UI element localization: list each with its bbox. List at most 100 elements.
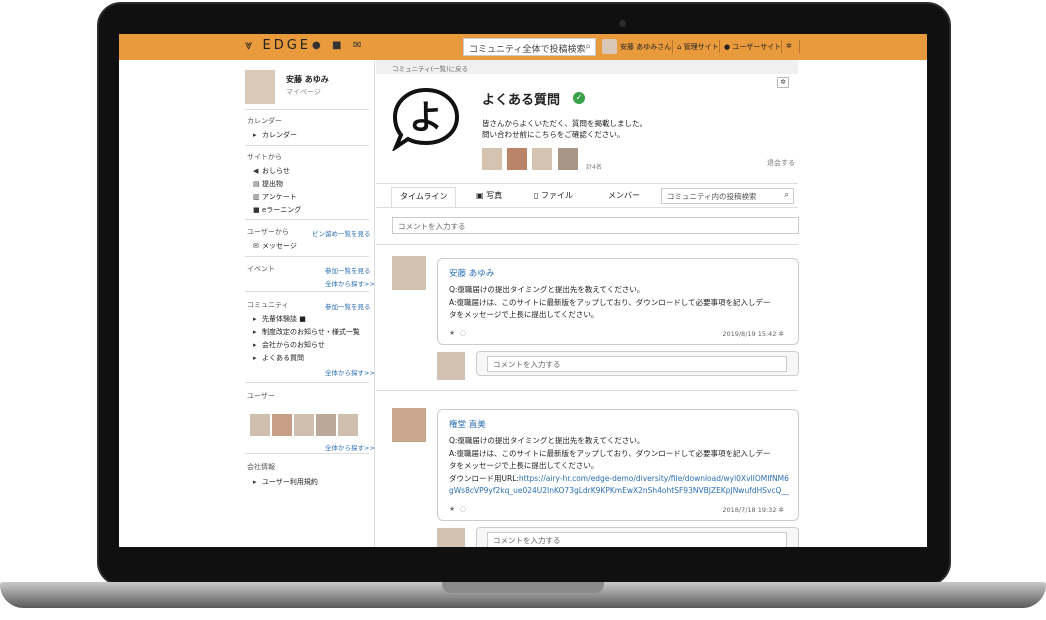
- caret-right-icon: ▸: [253, 341, 257, 349]
- home-icon: ⌂: [677, 43, 682, 51]
- community-search-input[interactable]: コミュニティ内の投稿検索 ⌕: [661, 188, 794, 204]
- community-heading: コミュニティ: [247, 301, 289, 309]
- comment-icon[interactable]: ◌: [460, 505, 466, 513]
- sidebar-item-company-news[interactable]: ▸ 会社からのお知らせ: [253, 340, 325, 350]
- reply-box: コメントを入力する: [476, 351, 799, 376]
- user-thumb[interactable]: [338, 414, 358, 436]
- settings-gear-icon[interactable]: ✲: [786, 42, 792, 50]
- post-body: Q:復職届けの提出タイミングと提出先を教えてください。 A:復職届けは、このサイ…: [449, 285, 771, 319]
- header-user-name[interactable]: 安藤 あゆみさん: [620, 42, 671, 52]
- check-icon: ✓: [573, 92, 585, 104]
- header-avatar[interactable]: [602, 39, 617, 54]
- mypage-link[interactable]: マイページ: [286, 87, 321, 97]
- sidebar-item-elearning[interactable]: ■ eラーニング: [253, 205, 301, 215]
- global-search-input[interactable]: コミュニティ全体で投稿検索 ⌕: [463, 38, 596, 56]
- events-search-link[interactable]: 全体から探す>>: [325, 278, 375, 288]
- tab-photos[interactable]: ▣ 写真: [476, 190, 502, 201]
- post-author[interactable]: 安藤 あゆみ: [449, 267, 494, 279]
- breadcrumb[interactable]: コミュニティ(一覧)に戻る: [376, 60, 798, 74]
- post-date: 2018/7/18 19:32 ✲: [722, 506, 784, 514]
- pinned-list-link[interactable]: ピン留め一覧を見る: [312, 228, 371, 238]
- logo-mark-icon: ⩔: [245, 38, 256, 53]
- tab-timeline[interactable]: タイムライン: [391, 187, 457, 207]
- post-avatar[interactable]: [392, 408, 426, 442]
- member-thumb[interactable]: [532, 148, 552, 170]
- chart-icon: ▥: [253, 193, 260, 201]
- post-author[interactable]: 権堂 直美: [449, 418, 486, 430]
- member-count: 計4名: [586, 164, 602, 171]
- caret-right-icon: ▸: [253, 315, 257, 323]
- member-thumb[interactable]: [558, 148, 578, 170]
- edge-logo[interactable]: ⩔ EDGE: [245, 38, 311, 53]
- screen: ⩔ EDGE ● ■ ✉ コミュニティ全体で投稿検索 ⌕ 安藤 あゆみさん ⌂ …: [119, 34, 927, 547]
- user-site-link[interactable]: ● ユーザーサイト: [724, 42, 781, 52]
- reply-avatar: [437, 352, 465, 380]
- caret-right-icon: ▸: [253, 131, 257, 139]
- member-thumb[interactable]: [482, 148, 502, 170]
- laptop-frame: ⩔ EDGE ● ■ ✉ コミュニティ全体で投稿検索 ⌕ 安藤 あゆみさん ⌂ …: [0, 0, 1046, 620]
- post-actions: ★ ◌: [449, 505, 466, 513]
- sidebar-item-calendar[interactable]: ▸ カレンダー: [253, 130, 297, 140]
- post-gear-icon[interactable]: ✲: [779, 506, 784, 514]
- star-icon[interactable]: ★: [449, 329, 455, 337]
- community-joined-link[interactable]: 参加一覧を見る: [325, 301, 371, 311]
- comment-icon[interactable]: ◌: [460, 329, 466, 337]
- new-comment-input[interactable]: コメントを入力する: [392, 217, 799, 234]
- post-gear-icon[interactable]: ✲: [779, 330, 784, 338]
- tab-files[interactable]: ▯ ファイル: [534, 190, 573, 201]
- profile-name[interactable]: 安藤 あゆみ: [286, 74, 329, 85]
- post-card: 安藤 あゆみ Q:復職届けの提出タイミングと提出先を教えてください。 A:復職届…: [437, 258, 799, 345]
- image-icon: ▣: [476, 191, 484, 200]
- calendar-heading: カレンダー: [247, 117, 282, 125]
- sidebar: 安藤 あゆみ マイページ カレンダー ▸ カレンダー サイトから ◀ おしらせ ▤ 提…: [119, 60, 375, 547]
- caret-right-icon: ▸: [253, 478, 257, 486]
- user-thumb[interactable]: [250, 414, 270, 436]
- community-icon: よ: [392, 87, 460, 151]
- reply-input[interactable]: コメントを入力する: [487, 356, 787, 372]
- admin-site-link[interactable]: ⌂ 管理サイト: [677, 42, 719, 52]
- document-icon: ▤: [253, 180, 260, 188]
- caret-right-icon: ▸: [253, 328, 257, 336]
- sidebar-item-faq[interactable]: ▸ よくある質問: [253, 353, 304, 363]
- search-icon[interactable]: ⌕: [784, 190, 789, 200]
- community-description: 皆さんからよくいただく、質問を掲載しました。 問い合わせ前にこちらをご確認くださ…: [482, 119, 647, 139]
- sidebar-item-survey[interactable]: ▥ アンケート: [253, 192, 297, 202]
- briefcase-icon[interactable]: ■: [332, 40, 341, 51]
- users-search-link[interactable]: 全体から探す>>: [325, 442, 375, 452]
- post-date: 2019/8/19 15:42 ✲: [722, 330, 784, 338]
- main-content: コミュニティ(一覧)に戻る ✲ よ よくある質問 ✓ 皆さんからよくいただく、質…: [376, 60, 807, 547]
- events-joined-link[interactable]: 参加一覧を見る: [325, 265, 371, 275]
- user-icon: ●: [724, 43, 731, 51]
- sidebar-item-submissions[interactable]: ▤ 提出物: [253, 179, 283, 189]
- profile-avatar[interactable]: [245, 70, 275, 104]
- briefcase-icon: ■: [253, 206, 260, 214]
- mail-icon[interactable]: ✉: [353, 40, 361, 51]
- post-actions: ★ ◌: [449, 329, 466, 337]
- top-bar: ⩔ EDGE ● ■ ✉ コミュニティ全体で投稿検索 ⌕ 安藤 あゆみさん ⌂ …: [119, 34, 927, 60]
- sidebar-item-terms[interactable]: ▸ ユーザー利用規約: [253, 477, 318, 487]
- sidebar-item-system-revision[interactable]: ▸ 制度改定のお知らせ・様式一覧: [253, 327, 360, 337]
- sidebar-item-senior-stories[interactable]: ▸ 先輩体験談 ■: [253, 314, 306, 324]
- user-thumb[interactable]: [294, 414, 314, 436]
- file-icon: ▯: [534, 191, 539, 200]
- users-heading: ユーザー: [247, 392, 275, 400]
- leave-community-link[interactable]: 退会する: [767, 158, 795, 168]
- reply-input[interactable]: コメントを入力する: [487, 532, 787, 547]
- camera: [619, 20, 626, 27]
- community-settings-gear-icon[interactable]: ✲: [777, 77, 789, 88]
- tab-members[interactable]: メンバー: [608, 190, 640, 201]
- user-thumb[interactable]: [272, 414, 292, 436]
- community-search-link[interactable]: 全体から探す>>: [325, 367, 375, 377]
- star-icon[interactable]: ★: [449, 505, 455, 513]
- search-icon[interactable]: ⌕: [585, 41, 591, 52]
- sidebar-item-news[interactable]: ◀ おしらせ: [253, 166, 290, 176]
- community-icon-char: よ: [409, 98, 443, 138]
- post-avatar[interactable]: [392, 256, 426, 290]
- member-thumb[interactable]: [507, 148, 527, 170]
- user-thumb[interactable]: [316, 414, 336, 436]
- site-heading: サイトから: [247, 153, 282, 161]
- reply-box: コメントを入力する: [476, 527, 799, 547]
- sidebar-item-messages[interactable]: ✉ メッセージ: [253, 241, 297, 251]
- post-card: 権堂 直美 Q:復職届けの提出タイミングと提出先を教えてください。 A:復職届け…: [437, 409, 799, 521]
- globe-icon[interactable]: ●: [312, 40, 321, 51]
